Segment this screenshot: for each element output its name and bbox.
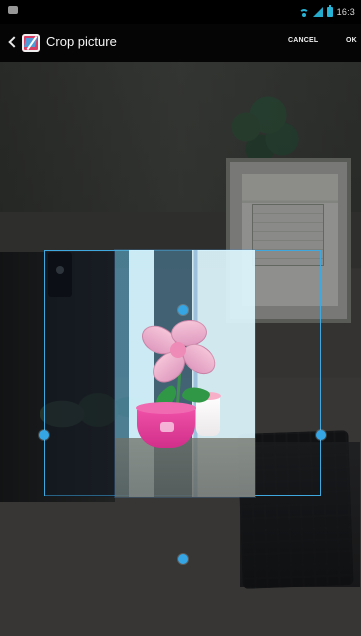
wifi-icon — [298, 7, 309, 17]
crop-left-shade — [45, 251, 115, 497]
chevron-left-icon[interactable] — [8, 36, 16, 50]
battery-icon — [326, 5, 333, 17]
flower-center — [170, 342, 186, 358]
photo-preview — [0, 62, 361, 636]
clock: 16:3 — [336, 7, 355, 17]
page-title: Crop picture — [46, 34, 117, 49]
ok-button[interactable]: OK — [346, 37, 357, 44]
crop-selection[interactable] — [115, 250, 255, 497]
signal-icon — [312, 7, 323, 17]
crop-frame[interactable] — [44, 250, 321, 497]
status-bar: 16:3 — [0, 0, 361, 24]
crop-screen: 16:3 Crop picture CANCEL OK — [0, 0, 361, 636]
flower-pot — [136, 402, 196, 448]
bottom-crop-handle[interactable] — [178, 554, 188, 564]
left-crop-handle[interactable] — [39, 430, 49, 440]
desk-surface — [115, 438, 255, 497]
right-crop-handle[interactable] — [316, 430, 326, 440]
notification-icon — [8, 6, 18, 14]
top-crop-handle[interactable] — [178, 305, 188, 315]
app-bar: Crop picture CANCEL OK — [0, 24, 361, 62]
cancel-button[interactable]: CANCEL — [288, 37, 318, 44]
picture-icon[interactable] — [22, 34, 40, 52]
status-icons: 16:3 — [298, 0, 355, 24]
